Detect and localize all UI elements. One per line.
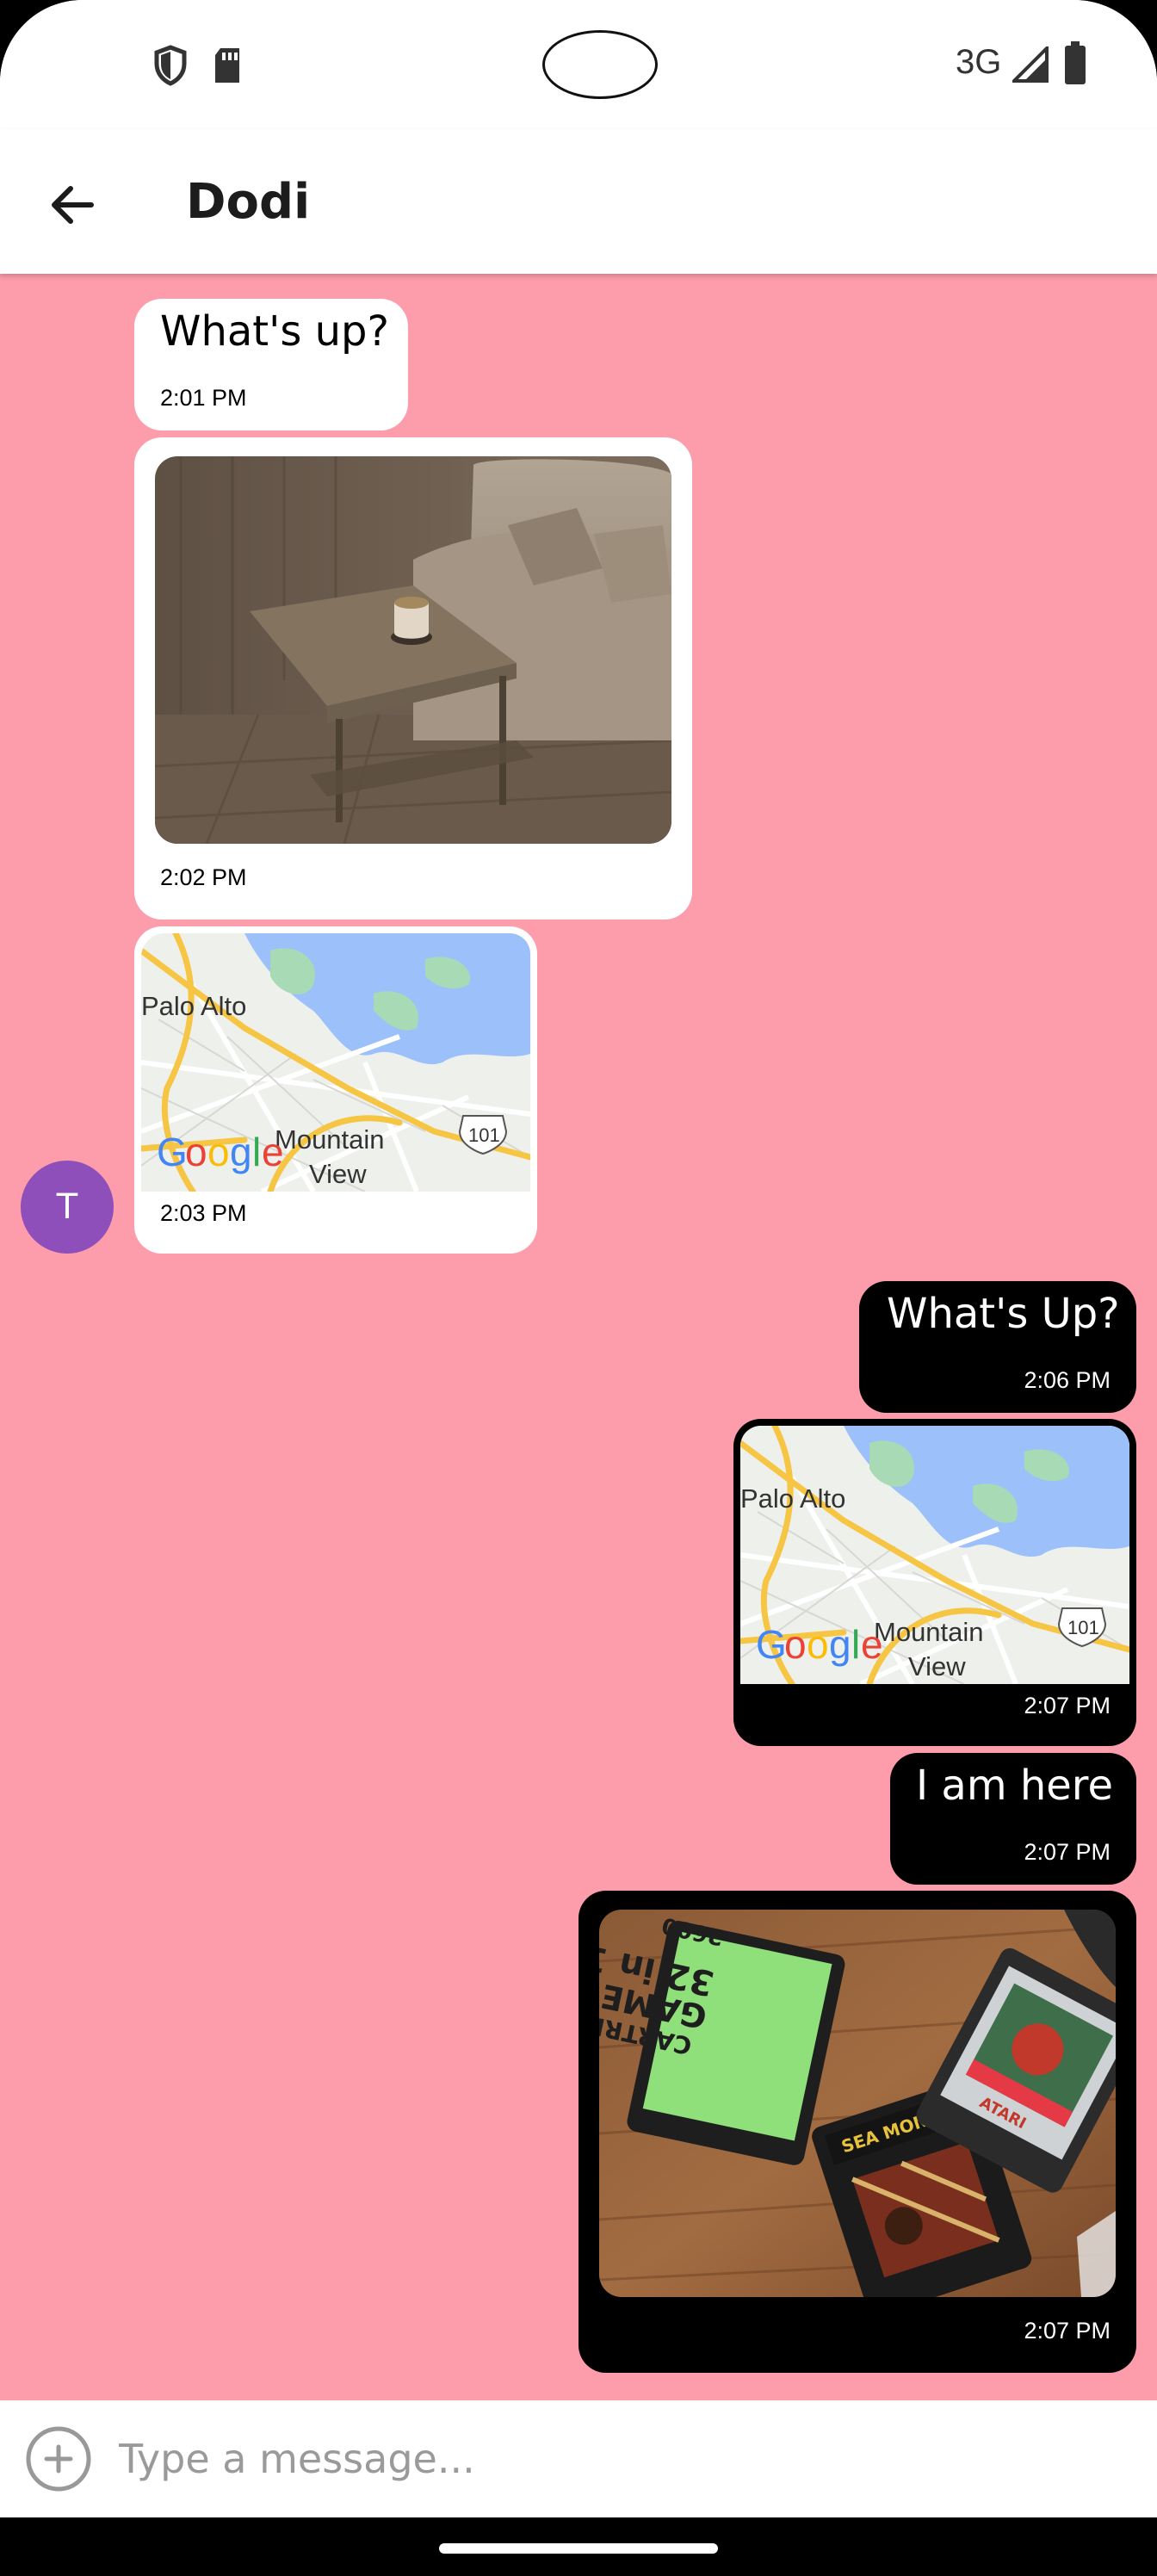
map-label-mountain: Mountain (275, 1124, 385, 1155)
message-time: 2:01 PM (160, 385, 247, 411)
signal-icon (1012, 46, 1049, 83)
svg-text:e: e (861, 1622, 883, 1667)
system-navigation-bar (0, 2517, 1157, 2576)
svg-text:l: l (851, 1622, 860, 1667)
home-gesture-handle[interactable] (439, 2543, 718, 2554)
battery-icon (1065, 41, 1086, 84)
message-text: I am here (916, 1762, 1114, 1810)
arrow-back-icon[interactable] (45, 177, 100, 232)
map-label-palo-alto: Palo Alto (141, 991, 246, 1021)
conversation-title: Dodi (186, 174, 311, 230)
svg-text:o: o (807, 1622, 829, 1667)
svg-text:l: l (252, 1130, 261, 1174)
message-time: 2:07 PM (1024, 2318, 1111, 2344)
incoming-message[interactable]: What's up? 2:01 PM (134, 299, 408, 430)
highway-shield-101: 101 (1067, 1617, 1099, 1638)
add-circle-icon[interactable] (24, 2424, 93, 2493)
map-label-view: View (309, 1159, 367, 1189)
incoming-image-message[interactable]: 2:02 PM (134, 437, 692, 920)
svg-text:g: g (829, 1622, 851, 1667)
svg-text:o: o (784, 1622, 807, 1667)
app-bar: Dodi (0, 129, 1157, 274)
google-logo: G o o g l e (756, 1622, 883, 1667)
shield-icon (154, 45, 187, 86)
outgoing-message[interactable]: I am here 2:07 PM (890, 1753, 1136, 1885)
status-bar: 3G (0, 0, 1157, 129)
message-time: 2:06 PM (1024, 1367, 1111, 1393)
message-time: 2:07 PM (1024, 1693, 1111, 1718)
map-label-view: View (908, 1651, 966, 1681)
svg-text:G: G (157, 1130, 188, 1174)
svg-text:G: G (756, 1622, 787, 1667)
network-type: 3G (956, 43, 1002, 81)
message-list[interactable]: What's up? 2:01 PM 2:02 PM Palo Alto Mou… (0, 274, 1157, 2400)
message-composer (0, 2400, 1157, 2517)
message-time: 2:02 PM (160, 864, 247, 890)
app-screen: 3G Dodi What's up? 2:01 PM 2:02 PM Palo … (0, 0, 1157, 2576)
svg-text:g: g (230, 1130, 252, 1174)
svg-text:o: o (207, 1130, 230, 1174)
game-cartridges-photo[interactable]: CARTRIDGE GAME 32 in 1 2600 SEA MONSTER (599, 1910, 1116, 2297)
message-input[interactable] (119, 2418, 1135, 2500)
front-camera (542, 30, 658, 99)
message-text: What's up? (160, 307, 389, 356)
sofa-side-table-photo[interactable] (155, 456, 671, 844)
svg-text:o: o (185, 1130, 207, 1174)
outgoing-message[interactable]: What's Up? 2:06 PM (859, 1281, 1136, 1413)
outgoing-location-message[interactable]: Palo Alto Mountain View 101 G o o g l e … (733, 1419, 1136, 1746)
outgoing-image-message[interactable]: CARTRIDGE GAME 32 in 1 2600 SEA MONSTER (578, 1891, 1136, 2373)
map-label-palo-alto: Palo Alto (740, 1483, 845, 1514)
message-text: What's Up? (887, 1290, 1120, 1338)
incoming-location-message[interactable]: Palo Alto Mountain View 101 G o o g l e … (134, 926, 537, 1254)
google-logo: G o o g l e (157, 1130, 284, 1174)
avatar[interactable]: T (21, 1161, 114, 1254)
highway-shield-101: 101 (468, 1124, 500, 1146)
sd-card-icon (215, 48, 239, 83)
message-time: 2:03 PM (160, 1200, 247, 1226)
map-label-mountain: Mountain (874, 1617, 984, 1647)
svg-text:e: e (262, 1130, 284, 1174)
message-time: 2:07 PM (1024, 1839, 1111, 1865)
location-map-thumbnail[interactable]: Palo Alto Mountain View 101 G o o g l e (141, 933, 530, 1192)
location-map-thumbnail[interactable]: Palo Alto Mountain View 101 G o o g l e (740, 1426, 1129, 1684)
